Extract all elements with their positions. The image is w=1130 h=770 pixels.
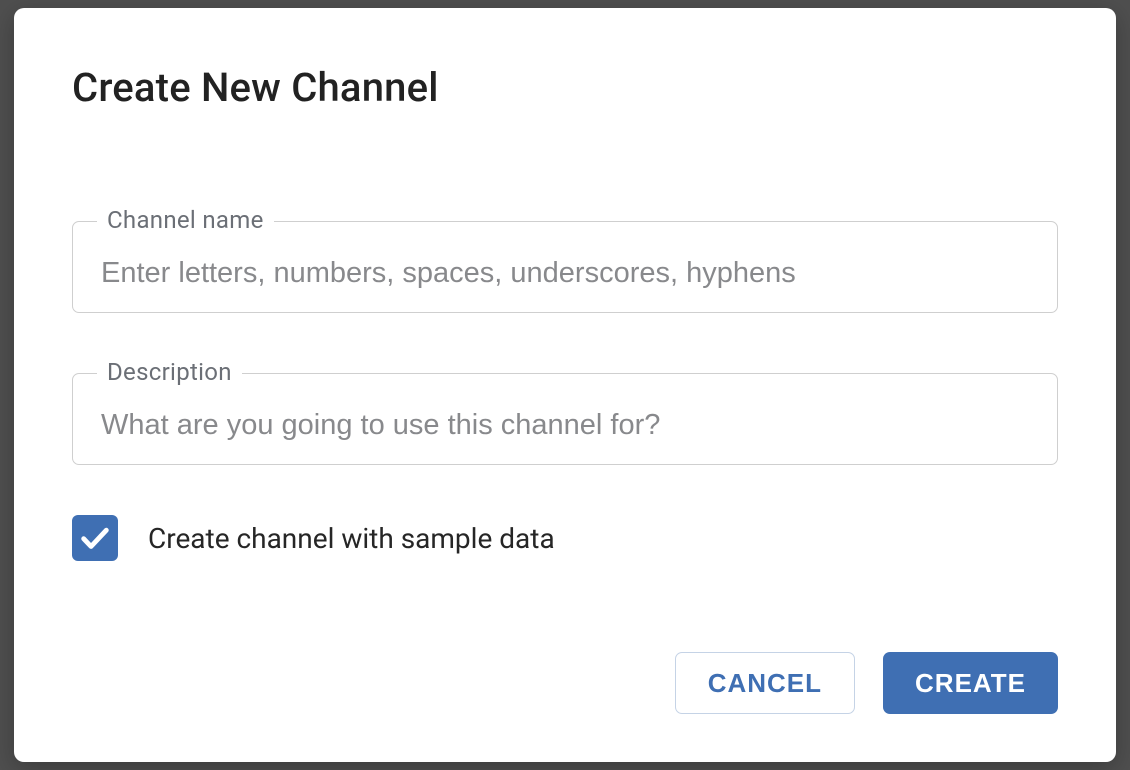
cancel-button[interactable]: CANCEL [675,652,855,714]
description-input[interactable] [73,374,1057,464]
description-label: Description [97,358,242,386]
channel-name-input[interactable] [73,222,1057,312]
checkmark-icon [78,521,112,555]
sample-data-checkbox-row: Create channel with sample data [72,515,1058,561]
create-channel-modal: Create New Channel Channel name Descript… [14,8,1116,762]
modal-actions: CANCEL CREATE [72,652,1058,714]
channel-name-label: Channel name [97,206,274,234]
channel-name-field-wrapper: Channel name [72,221,1058,313]
flex-spacer [72,561,1058,652]
spacer [72,111,1058,221]
sample-data-checkbox[interactable] [72,515,118,561]
create-button[interactable]: CREATE [883,652,1058,714]
modal-title: Create New Channel [72,64,1058,111]
sample-data-checkbox-label: Create channel with sample data [148,522,555,555]
description-field-wrapper: Description [72,373,1058,465]
